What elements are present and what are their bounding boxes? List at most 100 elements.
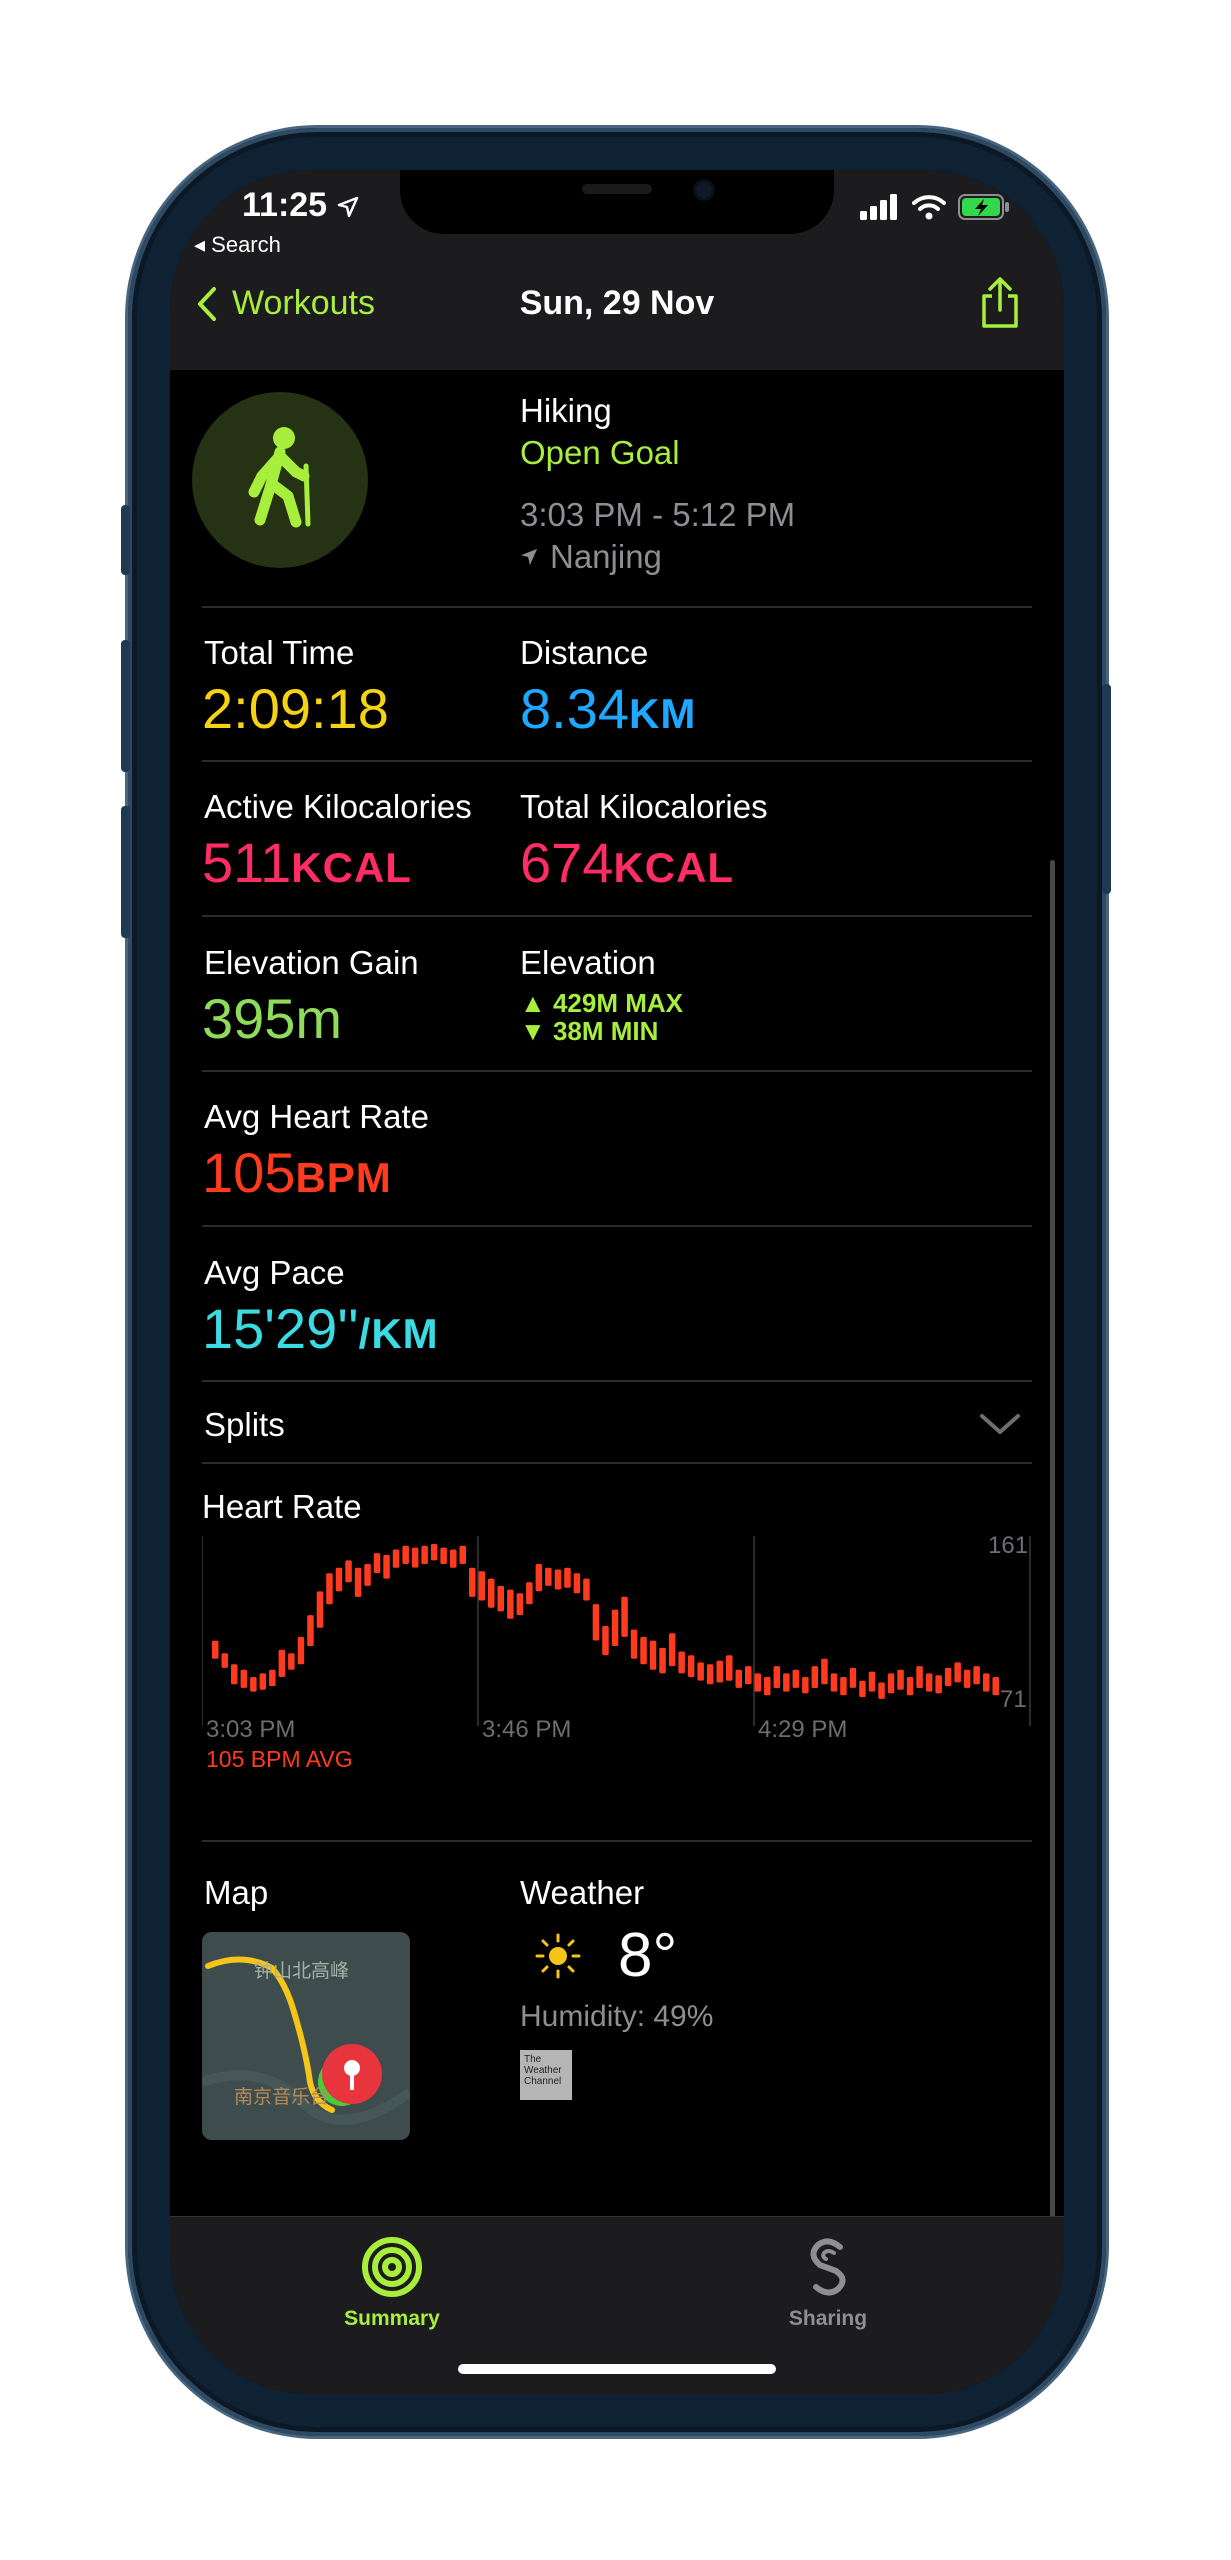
distance-unit: KM	[629, 690, 697, 737]
speaker	[582, 184, 652, 194]
hr-bar	[345, 1560, 352, 1583]
hr-bar	[973, 1666, 980, 1685]
distance-label: Distance	[520, 634, 649, 671]
sun-icon	[534, 1932, 582, 1985]
hr-bar	[516, 1593, 524, 1616]
location-arrow-icon	[337, 196, 358, 218]
hr-bar	[535, 1564, 543, 1592]
splits-row[interactable]: Splits	[204, 1406, 285, 1444]
active-kcal-label: Active Kilocalories	[204, 788, 472, 825]
hr-bar	[887, 1673, 895, 1694]
divider	[202, 760, 1032, 762]
hr-bar	[830, 1673, 838, 1692]
divider	[202, 606, 1032, 608]
distance-number: 8.34	[520, 677, 629, 740]
hr-bar	[307, 1615, 314, 1647]
silent-switch	[121, 505, 130, 575]
hr-bar	[573, 1573, 581, 1594]
hr-bar	[611, 1609, 619, 1646]
hr-bar	[906, 1677, 914, 1696]
hr-bar	[716, 1660, 723, 1683]
hr-bar	[488, 1578, 495, 1608]
hr-bar	[783, 1673, 790, 1692]
total-kcal-value: 674KCAL	[520, 830, 734, 895]
weather-channel-logo: The Weather Channel	[520, 2050, 572, 2100]
hr-bar	[602, 1626, 609, 1656]
hr-bar	[259, 1673, 267, 1690]
hr-bar	[840, 1677, 847, 1696]
hr-bar	[326, 1573, 333, 1605]
hr-bar	[745, 1666, 752, 1685]
divider	[202, 1462, 1032, 1464]
tab-summary[interactable]: Summary	[312, 2235, 472, 2331]
hr-bar	[706, 1664, 714, 1685]
hr-bar	[678, 1651, 685, 1674]
divider	[202, 1840, 1032, 1842]
hr-bar	[621, 1596, 628, 1637]
hr-bar	[221, 1653, 228, 1668]
hr-bar	[316, 1591, 324, 1628]
hr-bar	[469, 1567, 476, 1597]
page-title: Sun, 29 Nov	[519, 284, 715, 322]
volume-up-button	[121, 640, 130, 772]
share-button[interactable]	[978, 276, 1022, 335]
hr-bar	[554, 1569, 562, 1590]
hr-bar	[668, 1633, 676, 1667]
total-kcal-label: Total Kilocalories	[520, 788, 768, 825]
workout-location: Nanjing	[520, 538, 662, 576]
volume-down-button	[121, 806, 130, 938]
hr-bar	[212, 1640, 219, 1659]
elevation-gain-value: 395m	[202, 987, 343, 1050]
avg-pace-label: Avg Pace	[204, 1254, 345, 1291]
hr-bar	[821, 1658, 828, 1685]
hr-bar	[459, 1545, 466, 1564]
hr-bar	[450, 1549, 457, 1568]
avg-pace-value: 15'29''/KM	[202, 1296, 439, 1361]
weather-temperature: 8°	[618, 1921, 678, 1990]
tab-sharing[interactable]: Sharing	[748, 2235, 908, 2331]
hr-average-label: 105 BPM AVG	[206, 1746, 353, 1772]
hr-bar	[963, 1669, 971, 1688]
hr-min-label: 71	[1000, 1686, 1027, 1713]
time-text: 11:25	[242, 186, 328, 224]
hr-bar	[935, 1675, 942, 1694]
hr-bar	[954, 1662, 961, 1683]
hr-bar	[564, 1567, 571, 1588]
hr-bar	[992, 1677, 999, 1696]
heart-rate-chart-title: Heart Rate	[202, 1488, 362, 1525]
splits-expand-button[interactable]	[978, 1412, 1022, 1441]
route-map[interactable]: 钟山北高峰 南京音乐台	[202, 1932, 410, 2140]
hr-bar	[592, 1604, 600, 1641]
status-icons	[860, 194, 1010, 220]
hr-bar	[364, 1564, 371, 1586]
hr-bar	[269, 1669, 276, 1687]
tab-summary-label: Summary	[344, 2307, 440, 2330]
hr-bar	[764, 1677, 771, 1696]
distance-value: 8.34KM	[520, 676, 696, 741]
hr-bar	[754, 1673, 761, 1692]
cellular-signal-icon	[860, 194, 897, 220]
hr-bar	[659, 1647, 666, 1674]
workout-type-badge	[192, 392, 368, 568]
hr-bar	[849, 1667, 857, 1688]
hr-time-label: 3:03 PM	[206, 1716, 296, 1743]
location-text: Nanjing	[550, 538, 662, 575]
hr-bar	[335, 1567, 343, 1592]
splits-label: Splits	[204, 1406, 285, 1443]
hr-bar	[373, 1553, 381, 1574]
scrollbar[interactable]	[1050, 860, 1055, 2230]
total-kcal-number: 674	[520, 831, 614, 894]
elevation-max: ▲ 429M MAX	[520, 988, 683, 1018]
hr-bar	[802, 1677, 809, 1694]
hr-bar	[288, 1653, 295, 1670]
heart-rate-chart	[202, 1536, 1031, 1726]
back-to-search-link[interactable]: ◂ Search	[194, 232, 281, 258]
total-time-value: 2:09:18	[202, 677, 389, 740]
avg-heart-rate-label: Avg Heart Rate	[204, 1098, 430, 1135]
hr-bar	[878, 1682, 885, 1699]
avg-heart-rate-unit: BPM	[295, 1154, 392, 1201]
power-button	[1102, 684, 1111, 894]
hr-time-label: 4:29 PM	[758, 1716, 848, 1743]
divider	[202, 1380, 1032, 1382]
hr-bar	[440, 1547, 447, 1564]
